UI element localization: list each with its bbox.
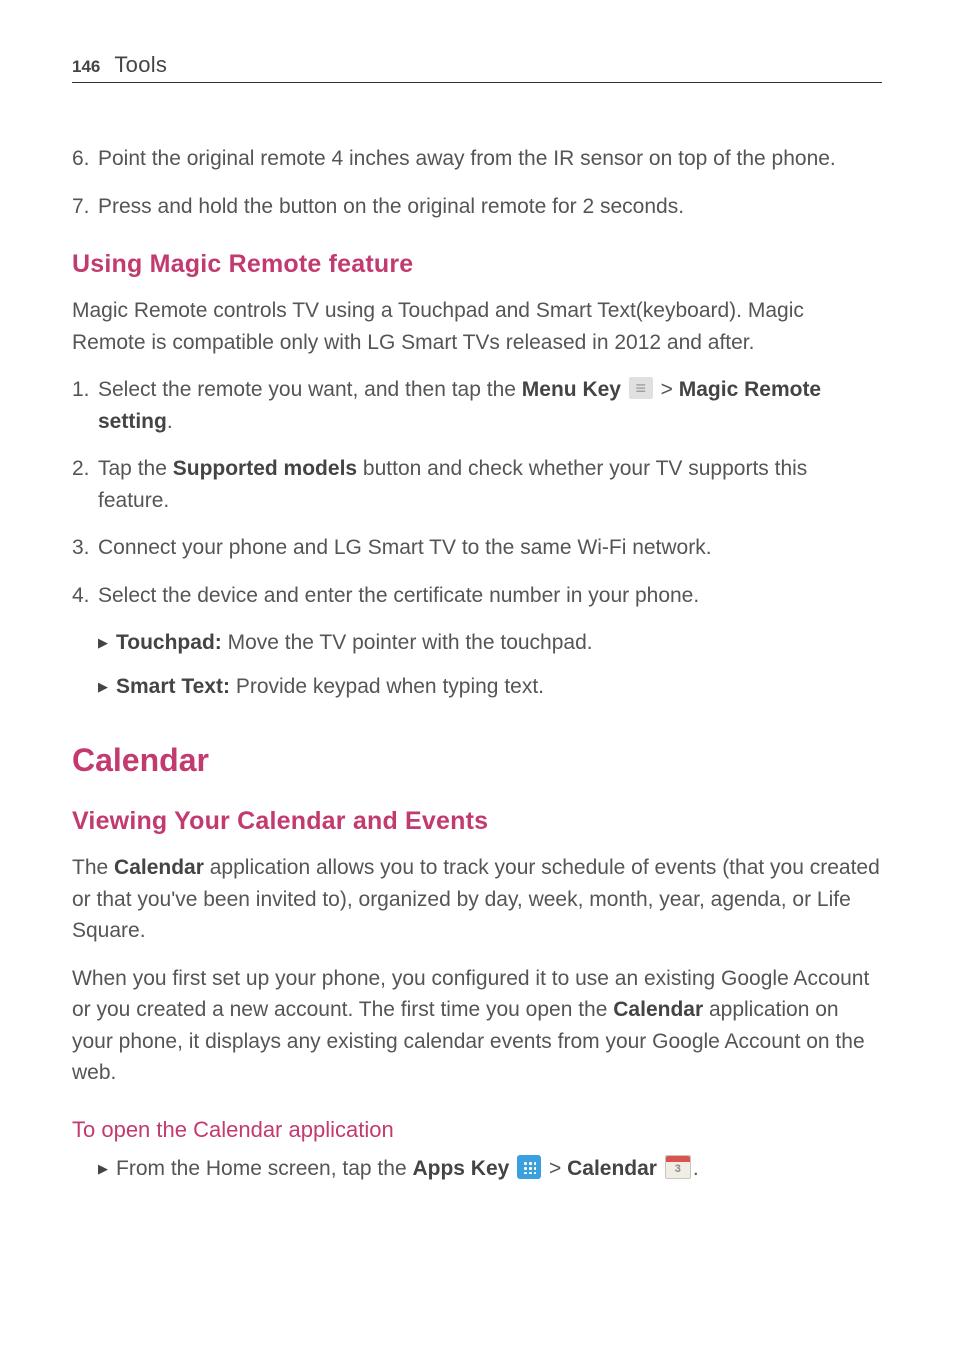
text-fragment: > — [655, 378, 679, 401]
calendar-para-1: The Calendar application allows you to t… — [72, 852, 882, 947]
heading-viewing-calendar: Viewing Your Calendar and Events — [72, 807, 882, 836]
text-fragment: Tap the — [98, 457, 173, 480]
sub-touchpad: ▶ Touchpad: Move the TV pointer with the… — [98, 627, 882, 659]
bold-text: Menu Key — [522, 378, 627, 401]
open-calendar-step: ▶ From the Home screen, tap the Apps Key… — [98, 1153, 882, 1185]
sub-text: Touchpad: Move the TV pointer with the t… — [116, 627, 882, 659]
bold-text: Calendar — [114, 856, 204, 879]
step-6: 6. Point the original remote 4 inches aw… — [72, 143, 882, 175]
step-text: Connect your phone and LG Smart TV to th… — [98, 532, 882, 564]
text-fragment: The — [72, 856, 114, 879]
page-number: 146 — [72, 57, 100, 77]
text-fragment: Select the remote you want, and then tap… — [98, 378, 522, 401]
text-fragment: > — [543, 1157, 567, 1180]
step-text: Point the original remote 4 inches away … — [98, 143, 882, 175]
heading-magic-remote: Using Magic Remote feature — [72, 250, 882, 279]
magic-remote-intro: Magic Remote controls TV using a Touchpa… — [72, 295, 882, 358]
document-page: 146 Tools 6. Point the original remote 4… — [0, 0, 954, 1184]
heading-calendar: Calendar — [72, 742, 882, 779]
apps-key-icon — [517, 1155, 541, 1179]
step-text: Press and hold the button on the origina… — [98, 191, 882, 223]
step-7: 7. Press and hold the button on the orig… — [72, 191, 882, 223]
heading-open-calendar: To open the Calendar application — [72, 1117, 882, 1143]
magic-step-4: 4. Select the device and enter the certi… — [72, 580, 882, 612]
bold-text: Smart Text: — [116, 675, 230, 698]
bold-text: Apps Key — [412, 1157, 515, 1180]
bullet-arrow-icon: ▶ — [98, 1153, 116, 1185]
step-number: 4. — [72, 580, 98, 612]
magic-step-2: 2. Tap the Supported models button and c… — [72, 453, 882, 516]
step-number: 1. — [72, 374, 98, 437]
bullet-arrow-icon: ▶ — [98, 627, 116, 659]
bold-text: Calendar — [613, 998, 703, 1021]
menu-key-icon — [629, 377, 653, 399]
bullet-arrow-icon: ▶ — [98, 671, 116, 703]
bold-text: Supported models — [173, 457, 357, 480]
step-text: Select the device and enter the certific… — [98, 580, 882, 612]
sub-text: Smart Text: Provide keypad when typing t… — [116, 671, 882, 703]
calendar-icon-number: 3 — [666, 1161, 690, 1178]
magic-step-3: 3. Connect your phone and LG Smart TV to… — [72, 532, 882, 564]
step-text: Tap the Supported models button and chec… — [98, 453, 882, 516]
step-number: 3. — [72, 532, 98, 564]
page-header: 146 Tools — [72, 52, 882, 83]
bold-text: Calendar — [567, 1157, 663, 1180]
step-text: From the Home screen, tap the Apps Key >… — [116, 1153, 882, 1185]
bold-text: Touchpad: — [116, 631, 222, 654]
step-text: Select the remote you want, and then tap… — [98, 374, 882, 437]
step-number: 2. — [72, 453, 98, 516]
step-number: 7. — [72, 191, 98, 223]
calendar-icon: 3 — [665, 1155, 691, 1179]
step-number: 6. — [72, 143, 98, 175]
text-fragment: Move the TV pointer with the touchpad. — [222, 631, 593, 654]
section-title: Tools — [114, 52, 167, 78]
calendar-para-2: When you first set up your phone, you co… — [72, 963, 882, 1089]
text-fragment: Provide keypad when typing text. — [230, 675, 544, 698]
sub-smarttext: ▶ Smart Text: Provide keypad when typing… — [98, 671, 882, 703]
apps-grid-icon — [522, 1160, 536, 1174]
text-fragment: . — [693, 1157, 699, 1180]
text-fragment: . — [167, 410, 173, 433]
magic-step-1: 1. Select the remote you want, and then … — [72, 374, 882, 437]
text-fragment: From the Home screen, tap the — [116, 1157, 412, 1180]
